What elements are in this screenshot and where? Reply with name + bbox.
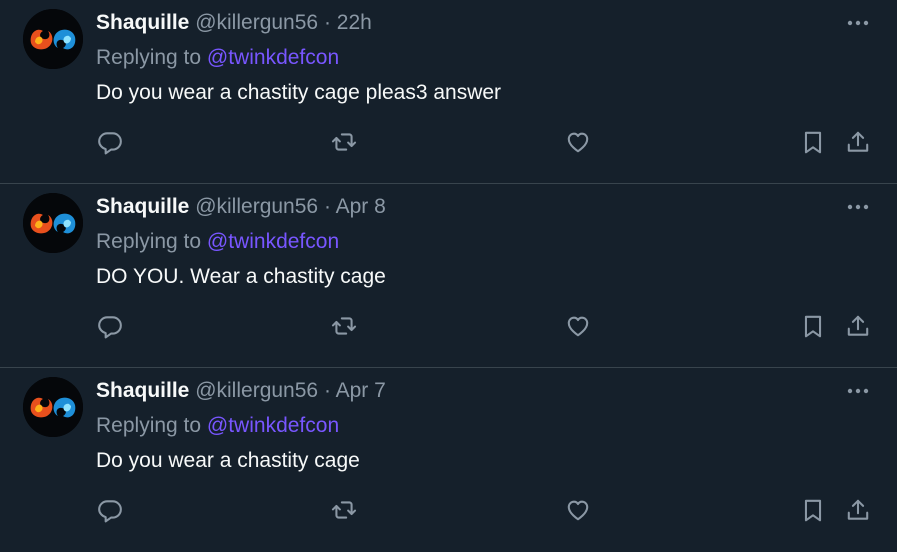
handle[interactable]: @killergun56: [195, 11, 318, 34]
avatar[interactable]: [23, 9, 83, 69]
retweet-icon: [331, 501, 357, 519]
handle[interactable]: @killergun56: [195, 195, 318, 218]
reply-feed: Shaquille @killergun56 · 22h Replying to…: [0, 0, 897, 552]
more-dots-icon: [847, 388, 869, 394]
reply-icon: [98, 132, 122, 155]
reply-icon: [98, 316, 122, 339]
tweet-header: Shaquille @killergun56 · 22h: [96, 10, 372, 36]
replying-to: Replying to @twinkdefcon: [96, 45, 339, 71]
more-dots-icon: [847, 20, 869, 26]
tweet-text: DO YOU. Wear a chastity cage: [96, 265, 386, 288]
heart-icon: [567, 316, 589, 337]
share-button[interactable]: [843, 127, 873, 157]
display-name[interactable]: Shaquille: [96, 11, 189, 34]
share-icon: [847, 499, 869, 520]
reply-icon: [98, 500, 122, 523]
share-button[interactable]: [843, 495, 873, 525]
separator: ·: [323, 379, 331, 402]
heart-icon: [567, 132, 589, 153]
handle[interactable]: @killergun56: [195, 379, 318, 402]
separator: ·: [323, 11, 331, 34]
display-name[interactable]: Shaquille: [96, 379, 189, 402]
bookmark-icon: [804, 315, 822, 338]
retweet-icon: [331, 133, 357, 151]
tweet-text: Do you wear a chastity cage pleas3 answe…: [96, 81, 502, 104]
reply-button[interactable]: [95, 311, 125, 341]
like-button[interactable]: [563, 127, 593, 157]
mention-link[interactable]: @twinkdefcon: [207, 46, 339, 69]
mention-link[interactable]: @twinkdefcon: [207, 414, 339, 437]
avatar[interactable]: [23, 377, 83, 437]
tweet[interactable]: Shaquille @killergun56 · Apr 8 Replying …: [0, 184, 897, 368]
bookmark-button[interactable]: [798, 311, 828, 341]
retweet-button[interactable]: [329, 311, 359, 341]
retweet-button[interactable]: [329, 127, 359, 157]
tweet-header: Shaquille @killergun56 · Apr 8: [96, 194, 386, 220]
mention-link[interactable]: @twinkdefcon: [207, 230, 339, 253]
tweet-header: Shaquille @killergun56 · Apr 7: [96, 378, 386, 404]
more-dots-icon: [847, 204, 869, 210]
tweet[interactable]: Shaquille @killergun56 · Apr 7 Replying …: [0, 368, 897, 552]
reply-button[interactable]: [95, 127, 125, 157]
retweet-icon: [331, 317, 357, 335]
timestamp[interactable]: Apr 8: [336, 195, 386, 218]
timestamp[interactable]: Apr 7: [336, 379, 386, 402]
like-button[interactable]: [563, 495, 593, 525]
avatar[interactable]: [23, 193, 83, 253]
separator: ·: [323, 195, 331, 218]
replying-to-label: Replying to: [96, 230, 202, 253]
heart-icon: [567, 500, 589, 521]
tweet-text: Do you wear a chastity cage: [96, 449, 360, 472]
bookmark-button[interactable]: [798, 495, 828, 525]
display-name[interactable]: Shaquille: [96, 195, 189, 218]
share-icon: [847, 131, 869, 152]
replying-to-label: Replying to: [96, 46, 202, 69]
share-icon: [847, 315, 869, 336]
more-options-button[interactable]: [845, 378, 871, 404]
reply-button[interactable]: [95, 495, 125, 525]
tweet[interactable]: Shaquille @killergun56 · 22h Replying to…: [0, 0, 897, 184]
bookmark-icon: [804, 131, 822, 154]
bookmark-button[interactable]: [798, 127, 828, 157]
replying-to-label: Replying to: [96, 414, 202, 437]
timestamp[interactable]: 22h: [337, 11, 372, 34]
like-button[interactable]: [563, 311, 593, 341]
bookmark-icon: [804, 499, 822, 522]
retweet-button[interactable]: [329, 495, 359, 525]
more-options-button[interactable]: [845, 10, 871, 36]
more-options-button[interactable]: [845, 194, 871, 220]
share-button[interactable]: [843, 311, 873, 341]
replying-to: Replying to @twinkdefcon: [96, 229, 339, 255]
replying-to: Replying to @twinkdefcon: [96, 413, 339, 439]
